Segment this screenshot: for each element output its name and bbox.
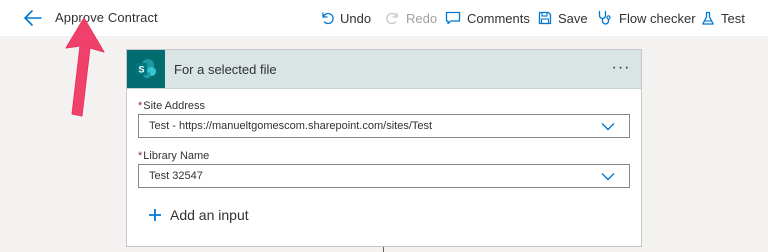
library-name-dropdown[interactable]: Test 32547	[138, 164, 630, 188]
redo-button[interactable]: Redo	[386, 9, 437, 27]
save-button[interactable]: Save	[538, 9, 588, 27]
required-marker: *	[138, 100, 143, 112]
library-name-value: Test 32547	[149, 170, 203, 182]
redo-icon	[386, 12, 398, 25]
required-marker: *	[138, 150, 143, 162]
more-options-icon: ···	[611, 59, 631, 76]
top-command-bar: Approve Contract Undo Redo Comments Save	[0, 0, 768, 36]
add-input-button[interactable]: Add an input	[148, 207, 249, 223]
undo-icon	[322, 12, 334, 25]
svg-text:S: S	[138, 65, 144, 75]
sharepoint-icon: S	[127, 50, 165, 88]
test-button[interactable]: Test	[701, 9, 745, 27]
test-label: Test	[721, 10, 745, 26]
plus-icon	[149, 209, 161, 221]
trigger-card-header[interactable]: S For a selected file ···	[127, 50, 641, 89]
save-icon	[538, 11, 552, 25]
site-address-value: Test - https://manueltgomescom.sharepoin…	[149, 120, 433, 132]
more-options-button[interactable]: ···	[611, 59, 631, 77]
step-connector-line	[383, 247, 384, 252]
trigger-card-title: For a selected file	[174, 62, 277, 77]
site-address-label-text: Site Address	[143, 100, 206, 112]
flow-checker-label: Flow checker	[619, 10, 696, 26]
back-button[interactable]	[22, 8, 44, 28]
comments-label: Comments	[467, 10, 530, 26]
comment-icon	[445, 11, 461, 25]
flask-icon	[702, 11, 714, 25]
comments-button[interactable]: Comments	[445, 9, 530, 27]
site-address-dropdown[interactable]: Test - https://manueltgomescom.sharepoin…	[138, 114, 630, 138]
save-label: Save	[558, 10, 588, 26]
chevron-down-icon	[601, 123, 615, 131]
chevron-down-icon	[601, 173, 615, 181]
annotation-arrow-icon	[65, 18, 105, 117]
flow-checker-button[interactable]: Flow checker	[597, 9, 696, 27]
add-input-label: Add an input	[170, 207, 249, 223]
stethoscope-icon	[598, 10, 611, 25]
back-arrow-icon	[24, 10, 42, 26]
library-name-label-text: Library Name	[143, 150, 210, 162]
site-address-label: *Site Address	[138, 100, 205, 112]
library-name-label: *Library Name	[138, 150, 209, 162]
trigger-card: S For a selected file ··· *Site Address …	[126, 49, 642, 247]
undo-label: Undo	[340, 10, 372, 26]
undo-button[interactable]: Undo	[320, 9, 371, 27]
redo-label: Redo	[406, 10, 438, 26]
